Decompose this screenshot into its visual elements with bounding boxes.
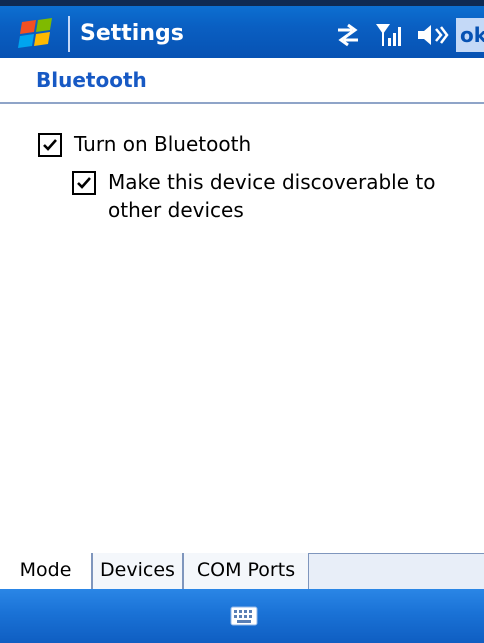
page-title: Bluetooth — [36, 68, 147, 92]
volume-icon[interactable] — [414, 18, 450, 52]
turn-on-bluetooth-checkbox[interactable] — [38, 133, 62, 157]
discoverable-checkbox[interactable] — [72, 171, 96, 195]
keyboard-icon[interactable] — [230, 606, 258, 626]
discoverable-label: Make this device discoverable to other d… — [108, 170, 436, 222]
tab-com-ports[interactable]: COM Ports — [183, 553, 309, 590]
start-menu-flag-icon[interactable] — [14, 16, 62, 52]
tab-devices[interactable]: Devices — [92, 553, 183, 590]
header-divider — [0, 102, 484, 104]
tab-strip: Mode Devices COM Ports — [0, 553, 484, 590]
tab-mode[interactable]: Mode — [0, 553, 92, 590]
page-header: Bluetooth — [0, 58, 484, 104]
checkmark-icon — [77, 177, 91, 189]
softkey-bar — [0, 589, 484, 643]
discoverable-option[interactable]: Make this device discoverable to other d… — [72, 170, 476, 224]
app-title: Settings — [80, 21, 184, 46]
connectivity-icon[interactable] — [330, 18, 366, 52]
signal-strength-icon[interactable] — [372, 18, 408, 52]
ok-button[interactable]: ok — [456, 18, 484, 52]
turn-on-bluetooth-label: Turn on Bluetooth — [74, 132, 252, 156]
turn-on-bluetooth-option[interactable]: Turn on Bluetooth — [38, 132, 252, 158]
checkmark-icon — [43, 139, 57, 151]
title-bar: Settings ok — [0, 0, 484, 58]
title-separator — [68, 16, 70, 52]
status-tray: ok — [324, 18, 484, 52]
